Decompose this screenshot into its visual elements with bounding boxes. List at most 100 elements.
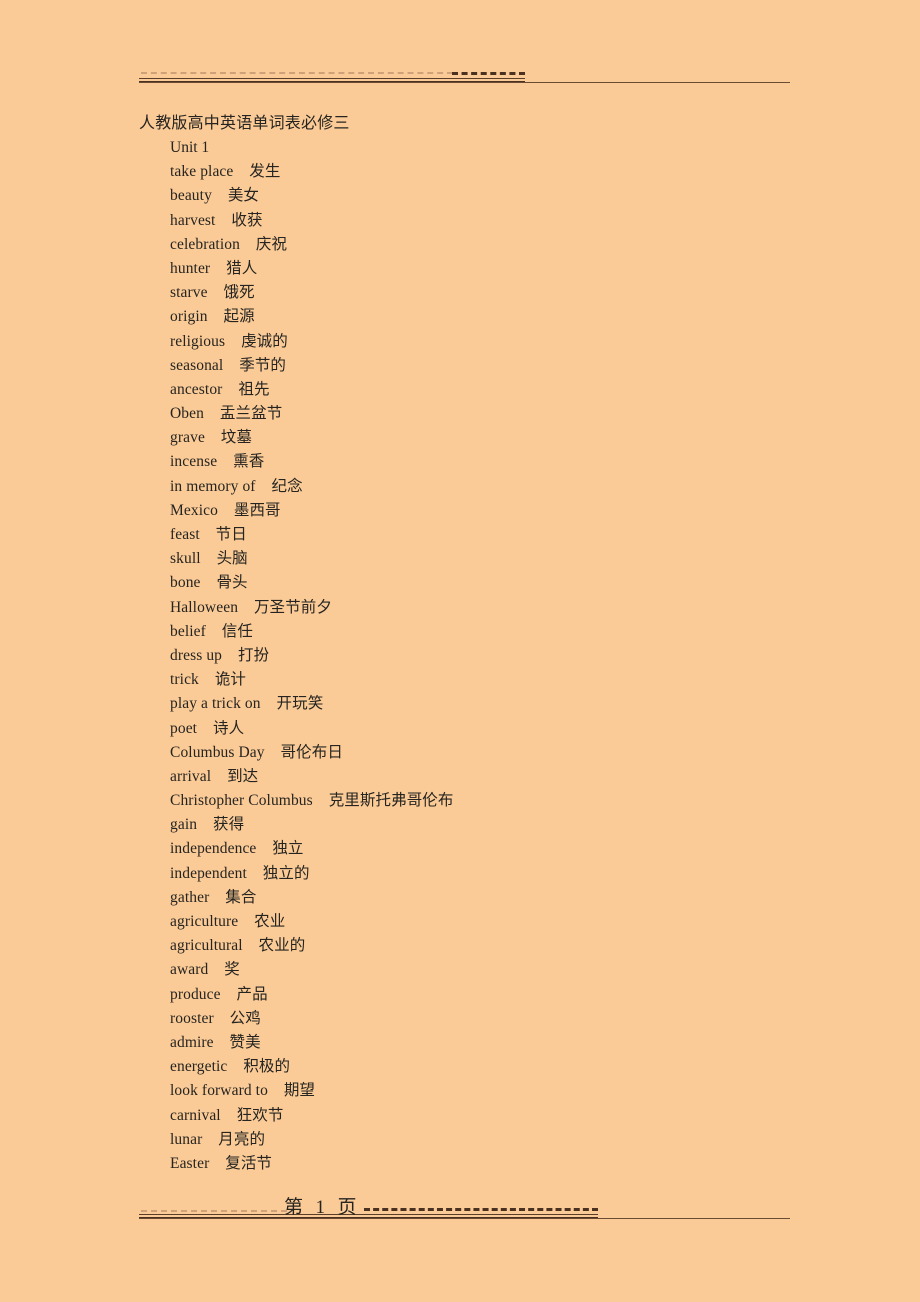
entry-gloss: 农业的 (258, 937, 306, 955)
entry-term: rooster (170, 1009, 214, 1027)
vocabulary-entry: Oben 盂兰盆节 (170, 402, 454, 426)
entry-gloss: 复活节 (225, 1154, 273, 1172)
entry-gloss: 骨头 (216, 574, 248, 592)
entry-separator (222, 378, 238, 402)
document-title: 人教版高中英语单词表必修三 (139, 115, 350, 132)
entry-separator (217, 450, 233, 474)
entry-gloss: 农业 (254, 913, 286, 930)
entry-separator (221, 983, 237, 1007)
entry-term: harvest (170, 211, 216, 229)
document-page: 人教版高中英语单词表必修三 Unit 1 take place 发生 beauty… (0, 0, 920, 1302)
entry-term: Mexico (170, 501, 218, 519)
vocabulary-entry: religious 虔诚的 (170, 330, 454, 354)
entry-separator (201, 571, 217, 595)
vocabulary-entry: arrival 到达 (170, 765, 454, 789)
entry-term: religious (170, 332, 226, 350)
entry-gloss: 发生 (249, 163, 281, 181)
entry-separator (247, 862, 263, 886)
entry-gloss: 哥伦布日 (280, 743, 343, 761)
entry-separator (208, 281, 224, 305)
vocabulary-entry: Mexico 墨西哥 (170, 499, 454, 523)
entry-gloss: 庆祝 (255, 235, 288, 253)
entry-separator (206, 620, 222, 644)
vocabulary-entry: Christopher Columbus 克里斯托弗哥伦布 (170, 789, 454, 813)
unit-heading: Unit 1 (170, 139, 210, 156)
entry-gloss: 集合 (225, 888, 257, 906)
vocabulary-entry: bone 骨头 (170, 571, 454, 595)
entry-gloss: 万圣节前夕 (253, 598, 332, 616)
entry-term: Columbus Day (170, 743, 265, 761)
vocabulary-entry: produce 产品 (170, 983, 454, 1007)
vocabulary-list: Unit 1 take place 发生 beauty 美女 harvest 收获 c… (170, 136, 454, 1176)
vocabulary-entry: trick 诡计 (170, 668, 454, 692)
entry-separator (238, 596, 254, 620)
vocabulary-entry: rooster 公鸡 (170, 1007, 454, 1031)
vocabulary-entry: poet 诗人 (170, 717, 454, 741)
entry-gloss: 美女 (227, 187, 260, 205)
entry-term: in memory of (170, 477, 256, 495)
entry-separator (238, 910, 254, 934)
entry-gloss: 纪念 (271, 477, 303, 495)
entry-separator (211, 765, 227, 789)
entry-gloss: 节日 (215, 526, 247, 543)
entry-separator (204, 402, 220, 426)
entry-separator (240, 233, 256, 257)
entry-term: grave (170, 429, 205, 447)
entry-separator (256, 837, 272, 861)
entry-gloss: 猎人 (226, 259, 258, 277)
entry-term: feast (170, 526, 200, 543)
entry-term: seasonal (170, 356, 224, 374)
vocabulary-entry: Columbus Day 哥伦布日 (170, 741, 454, 765)
vocabulary-entry: skull 头脑 (170, 547, 454, 571)
entry-term: lunar (170, 1130, 203, 1148)
vocabulary-entry: gain 获得 (170, 813, 454, 837)
vocabulary-entry: Halloween 万圣节前夕 (170, 596, 454, 620)
entry-gloss: 头脑 (216, 550, 248, 568)
entry-separator (215, 209, 231, 233)
entry-gloss: 起源 (223, 308, 255, 326)
vocabulary-entry: dress up 打扮 (170, 644, 454, 668)
vocabulary-entry: gather 集合 (170, 886, 454, 910)
entry-term: Easter (170, 1154, 210, 1172)
entry-term: energetic (170, 1058, 228, 1076)
vocabulary-entry: independent 独立的 (170, 862, 454, 886)
entry-separator (201, 547, 217, 571)
entry-gloss: 熏香 (233, 453, 265, 471)
entry-term: play a trick on (170, 695, 261, 713)
vocabulary-entry: origin 起源 (170, 305, 454, 329)
page-footer: 第 1 页 (139, 1196, 790, 1226)
footer-double-rule-upper (139, 1214, 598, 1215)
entry-term: agricultural (170, 937, 243, 955)
vocabulary-entry: agricultural 农业的 (170, 934, 454, 958)
vocabulary-entry: harvest 收获 (170, 209, 454, 233)
vocabulary-entry: independence 独立 (170, 837, 454, 861)
vocabulary-entry: seasonal 季节的 (170, 354, 454, 378)
entry-term: beauty (170, 187, 212, 205)
entry-separator (214, 1031, 230, 1055)
header-double-rule-upper (139, 78, 525, 79)
entry-gloss: 克里斯托弗哥伦布 (328, 792, 454, 810)
entry-term: gather (170, 888, 210, 906)
vocabulary-entry: energetic 积极的 (170, 1055, 454, 1079)
entry-separator (214, 1007, 230, 1031)
header-rule (139, 62, 790, 88)
entry-separator (233, 160, 249, 184)
entry-separator (197, 813, 213, 837)
entry-term: poet (170, 719, 198, 737)
entry-gloss: 奖 (224, 961, 240, 979)
entry-gloss: 打扮 (237, 646, 270, 664)
header-thin-rule (139, 82, 790, 83)
entry-term: ancestor (170, 380, 223, 398)
vocabulary-entry: agriculture 农业 (170, 910, 454, 934)
entry-separator (256, 475, 272, 499)
vocabulary-entry: admire 赞美 (170, 1031, 454, 1055)
entry-separator (212, 184, 228, 208)
entry-gloss: 收获 (231, 211, 263, 229)
entry-gloss: 盂兰盆节 (219, 405, 283, 423)
entry-gloss: 虔诚的 (241, 332, 288, 350)
vocabulary-entry: incense 熏香 (170, 450, 454, 474)
entry-gloss: 独立的 (262, 864, 310, 882)
entry-term: bone (170, 574, 201, 592)
entry-gloss: 独立 (272, 840, 304, 858)
entry-term: trick (170, 671, 199, 689)
